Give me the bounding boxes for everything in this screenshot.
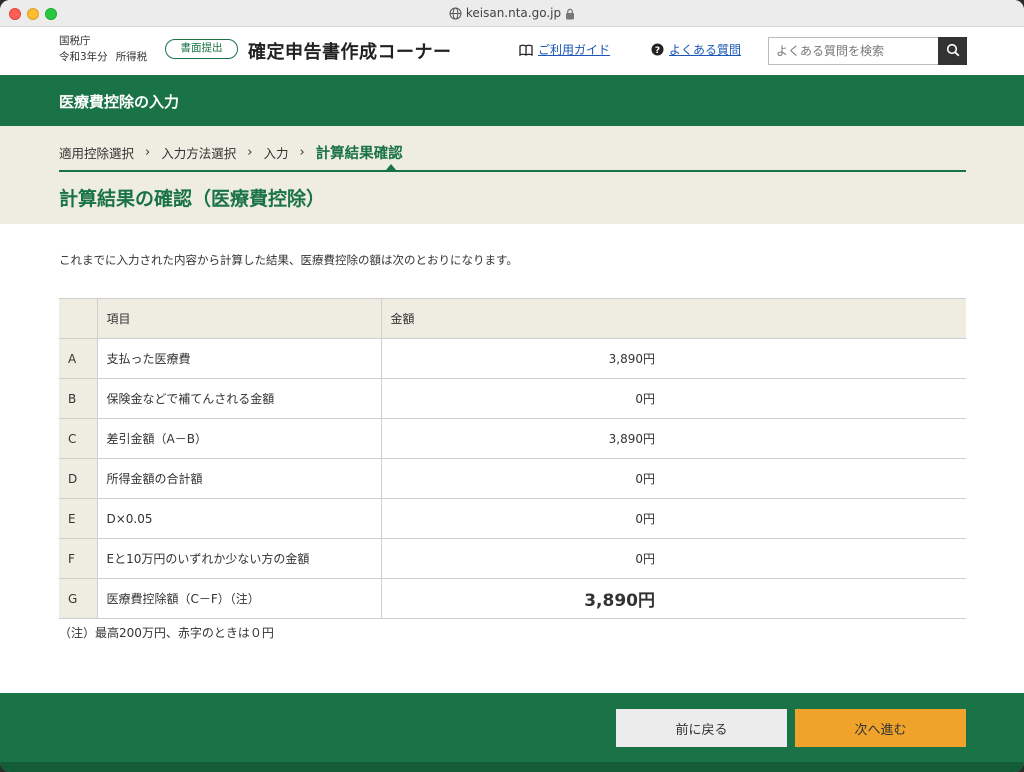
faq-link-label: よくある質問	[669, 43, 742, 57]
row-item: 支払った医療費	[96, 338, 381, 379]
chevron-right-icon: ›	[145, 145, 151, 160]
page-title: 計算結果の確認（医療費控除）	[59, 188, 326, 210]
table-row: B 保険金などで補てんされる金額 0円	[59, 378, 966, 419]
chevron-right-icon: ›	[247, 145, 253, 160]
row-item: D×0.05	[96, 498, 381, 539]
row-key: B	[59, 378, 97, 419]
row-amount: 3,890円	[380, 338, 966, 379]
table-row: E D×0.05 0円	[59, 498, 966, 539]
mode-badge: 書面提出	[165, 39, 238, 59]
row-item: 医療費控除額（C－F）（注）	[96, 578, 381, 619]
org-info: 国税庁 令和3年分 所得税	[59, 33, 147, 65]
search-icon	[946, 43, 960, 60]
tax-type: 所得税	[115, 51, 148, 63]
row-key: D	[59, 458, 97, 499]
row-item: Eと10万円のいずれか少ない方の金額	[96, 538, 381, 579]
guide-link[interactable]: ご利用ガイド	[519, 41, 610, 59]
result-table: 項目 金額 A 支払った医療費 3,890円 B 保険金などで補てんされる金額 …	[59, 298, 966, 619]
footer-bar: 前に戻る 次へ進む	[0, 693, 1024, 772]
site-title: 確定申告書作成コーナー	[248, 42, 452, 63]
footer-strip	[0, 762, 1024, 772]
row-key: F	[59, 538, 97, 579]
key-header	[59, 298, 97, 339]
book-icon	[519, 44, 533, 59]
step-item: 入力	[263, 146, 289, 161]
chevron-right-icon: ›	[299, 145, 305, 160]
table-row: C 差引金額（A－B） 3,890円	[59, 418, 966, 459]
step-item-current: 計算結果確認	[315, 146, 403, 162]
row-item: 差引金額（A－B）	[96, 418, 381, 459]
url-text: keisan.nta.go.jp	[465, 6, 562, 20]
org-name: 国税庁	[59, 35, 91, 47]
row-item: 所得金額の合計額	[96, 458, 381, 499]
section-bar: 医療費控除の入力	[0, 75, 1024, 126]
row-amount: 0円	[380, 458, 966, 499]
svg-text:?: ?	[655, 46, 660, 56]
section-title: 医療費控除の入力	[59, 93, 180, 111]
table-row: A 支払った医療費 3,890円	[59, 338, 966, 379]
deduction-total-amount: 3,890円	[380, 578, 966, 619]
fiscal-year: 令和3年分	[59, 51, 108, 63]
item-header: 項目	[96, 298, 381, 339]
back-button[interactable]: 前に戻る	[616, 709, 787, 747]
search-button[interactable]	[938, 37, 967, 65]
step-header: 適用控除選択 › 入力方法選択 › 入力 › 計算結果確認 計算結果の確認（医療…	[0, 126, 1024, 224]
row-item: 保険金などで補てんされる金額	[96, 378, 381, 419]
browser-window: keisan.nta.go.jp 国税庁 令和3年分 所得税 書面提出 確定申告書…	[0, 0, 1024, 772]
step-item: 適用控除選択	[59, 146, 135, 161]
table-row: D 所得金額の合計額 0円	[59, 458, 966, 499]
breadcrumb: 適用控除選択 › 入力方法選択 › 入力 › 計算結果確認	[59, 142, 403, 163]
address-bar[interactable]: keisan.nta.go.jp	[0, 5, 1024, 24]
globe-icon	[449, 7, 462, 24]
row-key: A	[59, 338, 97, 379]
browser-titlebar: keisan.nta.go.jp	[0, 0, 1024, 27]
row-key: E	[59, 498, 97, 539]
table-row: F Eと10万円のいずれか少ない方の金額 0円	[59, 538, 966, 579]
table-header-row: 項目 金額	[59, 298, 966, 339]
table-row-total: G 医療費控除額（C－F）（注） 3,890円	[59, 578, 966, 619]
footnote: （注）最高200万円、赤字のときは０円	[59, 626, 274, 640]
faq-link[interactable]: ? よくある質問	[651, 41, 741, 59]
row-amount: 0円	[380, 538, 966, 579]
row-amount: 3,890円	[380, 418, 966, 459]
breadcrumb-divider	[59, 170, 966, 172]
row-key: C	[59, 418, 97, 459]
question-icon: ?	[651, 43, 664, 59]
faq-search-input[interactable]	[768, 37, 939, 65]
row-key: G	[59, 578, 97, 619]
row-amount: 0円	[380, 378, 966, 419]
guide-link-label: ご利用ガイド	[538, 43, 611, 57]
amount-header: 金額	[380, 298, 966, 339]
intro-text: これまでに入力された内容から計算した結果、医療費控除の額は次のとおりになります。	[59, 253, 518, 267]
next-button[interactable]: 次へ進む	[795, 709, 966, 747]
site-header: 国税庁 令和3年分 所得税 書面提出 確定申告書作成コーナー ご利用ガイド ? よ…	[0, 27, 1024, 75]
row-amount: 0円	[380, 498, 966, 539]
step-item: 入力方法選択	[161, 146, 237, 161]
lock-icon	[565, 8, 575, 24]
